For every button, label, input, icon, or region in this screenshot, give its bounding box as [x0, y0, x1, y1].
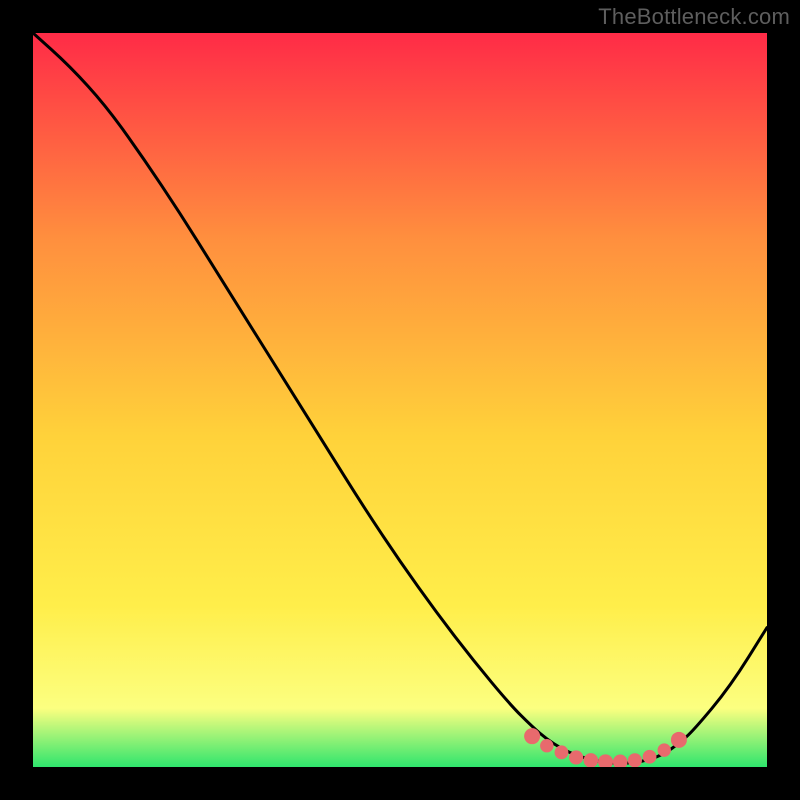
plot-area	[33, 33, 767, 767]
optimal-dot	[555, 745, 569, 759]
gradient-background	[33, 33, 767, 767]
optimal-dot	[658, 743, 671, 756]
optimal-dot	[540, 739, 553, 752]
chart-frame: TheBottleneck.com	[0, 0, 800, 800]
optimal-dot	[569, 750, 583, 764]
optimal-dot	[671, 732, 687, 748]
watermark-text: TheBottleneck.com	[598, 4, 790, 30]
optimal-dot	[643, 750, 657, 764]
optimal-dot	[628, 753, 642, 767]
chart-svg	[33, 33, 767, 767]
optimal-dot	[524, 728, 540, 744]
